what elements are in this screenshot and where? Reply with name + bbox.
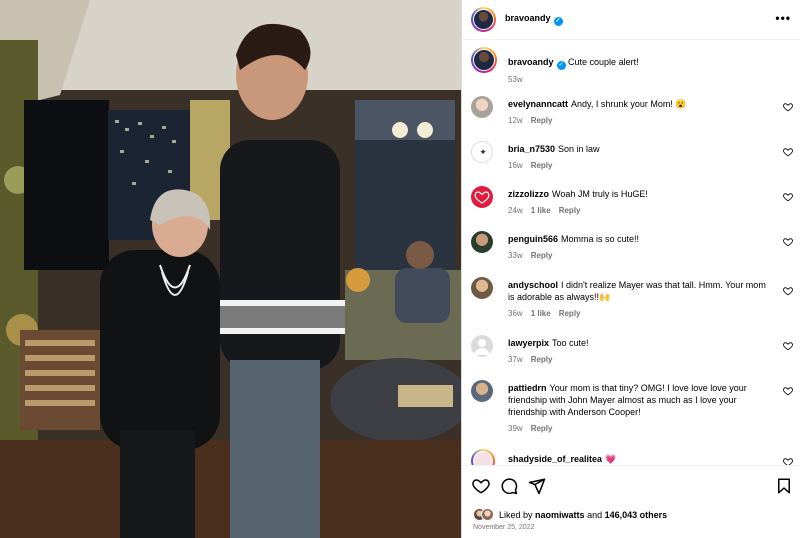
comment-text: Woah JM truly is HuGE!	[552, 189, 648, 199]
comment-like-heart-icon[interactable]	[783, 102, 793, 112]
comment-username[interactable]: pattiedrn	[508, 383, 547, 393]
comment-text: Andy, I shrunk your Mom! 😮	[571, 99, 687, 109]
comments-list[interactable]: bravoandy ✓ Cute couple alert! 53w evelyn…	[462, 41, 800, 465]
reply-button[interactable]: Reply	[531, 161, 553, 170]
comment-like-heart-icon[interactable]	[783, 286, 793, 296]
reply-button[interactable]: Reply	[531, 116, 553, 125]
comment-like-heart-icon[interactable]	[783, 237, 793, 247]
author-avatar[interactable]	[471, 7, 496, 32]
author-username[interactable]: bravoandy ✓	[505, 13, 563, 26]
comment-age: 36w	[508, 309, 523, 318]
comment-username[interactable]: shadyside_of_realitea	[508, 454, 602, 464]
comment-like-heart-icon[interactable]	[783, 147, 793, 157]
comment-meta: 24w 1 like Reply	[508, 206, 589, 215]
comment-body: zizzolizzo Woah JM truly is HuGE!	[508, 188, 772, 200]
comment-age: 37w	[508, 355, 523, 364]
comment-username[interactable]: andyschool	[508, 280, 558, 290]
post-photo-illustration	[0, 0, 461, 538]
comment-like-heart-icon[interactable]	[783, 457, 793, 465]
comment-likes[interactable]: 1 like	[531, 309, 551, 318]
comment-meta: 39w Reply	[508, 424, 560, 433]
comment-body: shadyside_of_realitea 💗	[508, 453, 772, 465]
reply-button[interactable]: Reply	[531, 355, 553, 364]
comment-age: 39w	[508, 424, 523, 433]
comment-text: Son in law	[558, 144, 600, 154]
reply-button[interactable]: Reply	[531, 251, 553, 260]
comment-username[interactable]: lawyerpix	[508, 338, 549, 348]
liked-by-prefix: Liked by	[499, 509, 533, 520]
caption-text-row: bravoandy ✓ Cute couple alert!	[508, 57, 639, 70]
bookmark-icon[interactable]	[775, 477, 793, 495]
more-options-button[interactable]: •••	[775, 11, 791, 25]
caption-text: Cute couple alert!	[568, 57, 639, 67]
reply-button[interactable]: Reply	[559, 309, 581, 318]
comment-meta: 16w Reply	[508, 161, 560, 170]
comment-text: Too cute!	[552, 338, 589, 348]
post-photo[interactable]	[0, 0, 461, 538]
comment-body: lawyerpix Too cute!	[508, 337, 772, 349]
liked-by-and: and	[587, 509, 603, 520]
comment-age: 33w	[508, 251, 523, 260]
caption-username[interactable]: bravoandy	[508, 57, 554, 67]
svg-text:✦: ✦	[479, 148, 487, 158]
comment-like-heart-icon[interactable]	[783, 386, 793, 396]
commenter-avatar[interactable]	[471, 449, 495, 465]
comment-text: 💗	[605, 454, 617, 464]
likes-count-link[interactable]: 146,043 others	[605, 510, 668, 520]
comment-body: bria_n7530 Son in law	[508, 143, 772, 155]
comment-age: 16w	[508, 161, 523, 170]
comment-age: 24w	[508, 206, 523, 215]
commenter-avatar[interactable]	[471, 231, 493, 253]
post-header: bravoandy ✓ •••	[462, 0, 800, 40]
post-actions-footer: Liked by naomiwatts and 146,043 others N…	[462, 465, 800, 538]
reply-button[interactable]: Reply	[559, 206, 581, 215]
comment-body: andyschool I didn't realize Mayer was tha…	[508, 279, 772, 303]
post-side-panel: bravoandy ✓ ••• bravoandy ✓ Cute couple al…	[461, 0, 800, 538]
comment-username[interactable]: evelynanncatt	[508, 99, 568, 109]
verified-badge-icon: ✓	[553, 17, 563, 26]
comment-meta: 12w Reply	[508, 116, 560, 125]
comment-username[interactable]: bria_n7530	[508, 144, 555, 154]
commenter-avatar[interactable]	[471, 380, 493, 402]
comment-username[interactable]: zizzolizzo	[508, 189, 549, 199]
commenter-avatar[interactable]	[471, 96, 493, 118]
comment-meta: 37w Reply	[508, 355, 560, 364]
commenter-avatar[interactable]	[471, 277, 493, 299]
instagram-post-view: bravoandy ✓ ••• bravoandy ✓ Cute couple al…	[0, 0, 800, 538]
comment-meta: 33w Reply	[508, 251, 560, 260]
comment-text: Momma is so cute!!	[561, 234, 640, 244]
comment-body: penguin566 Momma is so cute!!	[508, 233, 772, 245]
comment-body: pattiedrn Your mom is that tiny? OMG! I l…	[508, 382, 772, 418]
author-username-text[interactable]: bravoandy	[505, 13, 551, 23]
comment-bubble-icon[interactable]	[500, 477, 518, 495]
liked-by-user[interactable]: naomiwatts	[535, 510, 585, 520]
paper-plane-icon[interactable]	[528, 477, 546, 495]
caption-age: 53w	[508, 75, 523, 84]
caption-author-avatar[interactable]	[471, 47, 497, 73]
commenter-avatar[interactable]	[471, 186, 493, 208]
post-date: November 25, 2022	[473, 524, 535, 531]
reply-button[interactable]: Reply	[531, 424, 553, 433]
verified-badge-icon: ✓	[556, 61, 566, 70]
comment-meta: 36w 1 like Reply	[508, 309, 589, 318]
commenter-avatar[interactable]: ✦	[471, 141, 493, 163]
comment-likes[interactable]: 1 like	[531, 206, 551, 215]
comment-body: evelynanncatt Andy, I shrunk your Mom! 😮	[508, 98, 772, 110]
liker-avatar[interactable]	[481, 508, 494, 521]
comment-age: 12w	[508, 116, 523, 125]
heart-outline-icon[interactable]	[472, 477, 490, 495]
liked-by-row: Liked by naomiwatts and 146,043 others	[473, 508, 667, 521]
liked-by-text: Liked by naomiwatts and 146,043 others	[499, 510, 667, 520]
comment-like-heart-icon[interactable]	[783, 341, 793, 351]
commenter-avatar[interactable]	[471, 335, 493, 357]
comment-like-heart-icon[interactable]	[783, 192, 793, 202]
comment-username[interactable]: penguin566	[508, 234, 558, 244]
